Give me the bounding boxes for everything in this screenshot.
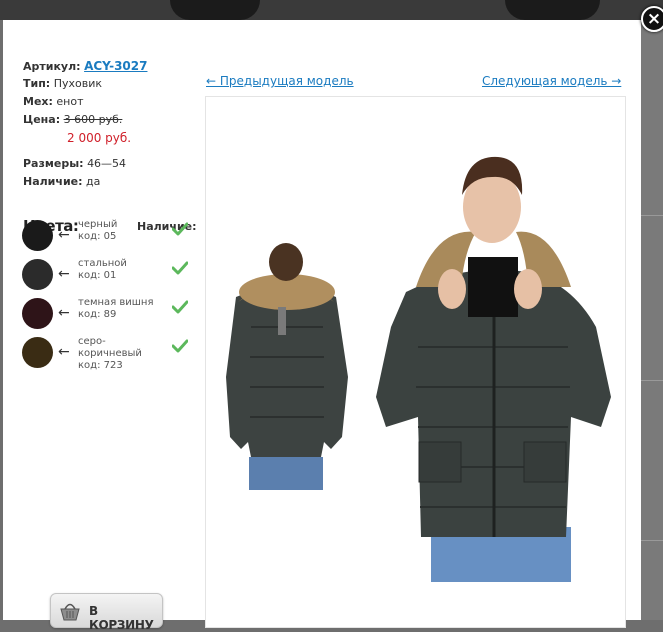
color-name: серо-коричневый xyxy=(78,336,142,359)
color-label: черный код: 05 xyxy=(78,219,168,243)
availability-label: Наличие: xyxy=(23,175,83,188)
background-page-strip xyxy=(0,0,663,20)
color-name: стальной xyxy=(78,258,127,269)
color-swatch[interactable] xyxy=(22,298,53,329)
price-label: Цена: xyxy=(23,113,61,126)
checkmark-icon xyxy=(172,300,188,314)
type-label: Тип: xyxy=(23,77,51,90)
color-option-black[interactable]: ← черный код: 05 xyxy=(22,219,192,254)
divider xyxy=(641,215,663,216)
arrow-left-icon: ← xyxy=(58,227,70,243)
basket-icon xyxy=(60,603,80,621)
sizes-label: Размеры: xyxy=(23,157,84,170)
background-product-image xyxy=(505,0,600,20)
availability-row: Наличие: да xyxy=(23,173,198,191)
add-to-cart-button[interactable]: В КОРЗИНУ xyxy=(50,593,163,632)
availability-value: да xyxy=(86,175,101,188)
background-page-edge xyxy=(641,20,663,620)
product-photo-frame xyxy=(205,96,626,628)
new-price: 2 000 руб. xyxy=(67,131,132,145)
type-row: Тип: Пуховик xyxy=(23,75,198,93)
arrow-left-icon: ← xyxy=(58,305,70,321)
color-label: серо-коричневый код: 723 xyxy=(78,336,168,372)
color-option-grey-brown[interactable]: ← серо-коричневый код: 723 xyxy=(22,336,192,372)
color-code: код: 01 xyxy=(78,270,117,281)
color-swatch[interactable] xyxy=(22,259,53,290)
article-link[interactable]: ACY-3027 xyxy=(84,59,147,73)
color-option-dark-cherry[interactable]: ← темная вишня код: 89 xyxy=(22,297,192,332)
article-label: Артикул: xyxy=(23,60,81,73)
jacket-front-view xyxy=(376,156,611,582)
old-price: 3 600 руб. xyxy=(63,113,123,126)
checkmark-icon xyxy=(172,339,188,353)
color-swatch[interactable] xyxy=(22,220,53,251)
type-value: Пуховик xyxy=(53,77,103,90)
checkmark-icon xyxy=(172,261,188,275)
divider xyxy=(641,540,663,541)
background-product-image xyxy=(170,0,260,20)
product-quickview-modal: Артикул: ACY-3027 Тип: Пуховик Мех: енот… xyxy=(3,20,641,632)
jacket-back-view xyxy=(226,243,348,490)
color-name: темная вишня xyxy=(78,297,154,308)
price-row: Цена: 3 600 руб. xyxy=(23,111,198,129)
color-code: код: 89 xyxy=(78,309,117,320)
arrow-left-icon: ← xyxy=(58,344,70,360)
color-label: стальной код: 01 xyxy=(78,258,168,282)
fur-row: Мех: енот xyxy=(23,93,198,111)
arrow-left-icon: ← xyxy=(58,266,70,282)
sizes-value: 46—54 xyxy=(87,157,127,170)
previous-model-link[interactable]: ← Предыдущая модель xyxy=(206,74,354,88)
color-name: черный xyxy=(78,219,118,230)
checkmark-icon xyxy=(172,222,188,236)
close-icon[interactable]: × xyxy=(641,6,663,32)
product-info: Артикул: ACY-3027 Тип: Пуховик Мех: енот… xyxy=(23,57,198,191)
next-model-link[interactable]: Следующая модель → xyxy=(482,74,621,88)
color-label: темная вишня код: 89 xyxy=(78,297,168,321)
sizes-row: Размеры: 46—54 xyxy=(23,155,198,173)
color-swatch[interactable] xyxy=(22,337,53,368)
add-to-cart-label: В КОРЗИНУ xyxy=(89,604,154,632)
color-option-steel[interactable]: ← стальной код: 01 xyxy=(22,258,192,293)
article-row: Артикул: ACY-3027 xyxy=(23,57,198,75)
color-code: код: 05 xyxy=(78,231,117,242)
color-code: код: 723 xyxy=(78,360,123,371)
product-photo xyxy=(226,156,611,582)
divider xyxy=(641,380,663,381)
fur-label: Мех: xyxy=(23,95,53,108)
fur-value: енот xyxy=(56,95,84,108)
